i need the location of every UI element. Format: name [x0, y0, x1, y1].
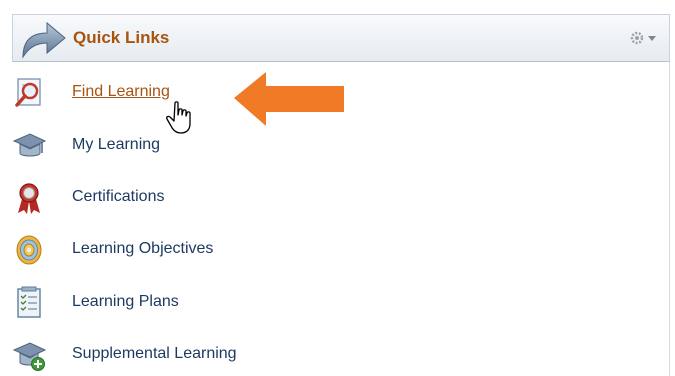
quick-links-portlet: Quick Links Find Learning My Learning Ce…	[0, 0, 675, 376]
portlet-header: Quick Links	[12, 14, 670, 62]
award-ribbon-icon	[18, 183, 40, 214]
quick-link-label[interactable]: My Learning	[72, 136, 160, 154]
back-arrow-icon	[22, 21, 66, 59]
portlet-border	[669, 62, 670, 376]
checklist-icon	[17, 286, 41, 318]
quick-link-certifications[interactable]: Certifications	[0, 177, 660, 217]
hand-cursor-icon	[166, 101, 191, 134]
target-icon	[16, 235, 42, 265]
quick-link-supplemental-learning[interactable]: Supplemental Learning	[0, 334, 660, 374]
quick-link-learning-plans[interactable]: Learning Plans	[0, 282, 660, 322]
graduation-cap-add-icon	[12, 342, 46, 371]
quick-link-learning-objectives[interactable]: Learning Objectives	[0, 229, 660, 269]
quick-link-label[interactable]: Supplemental Learning	[72, 345, 237, 363]
quick-link-label[interactable]: Learning Objectives	[72, 240, 213, 258]
gear-icon[interactable]	[627, 28, 663, 48]
quick-link-my-learning[interactable]: My Learning	[0, 125, 660, 165]
quick-link-label[interactable]: Learning Plans	[72, 293, 179, 311]
magnifier-document-icon	[15, 78, 41, 107]
annotation-arrow-icon	[234, 72, 344, 126]
quick-link-label[interactable]: Certifications	[72, 188, 164, 206]
graduation-cap-icon	[12, 133, 46, 157]
quick-link-label[interactable]: Find Learning	[72, 83, 170, 101]
portlet-title: Quick Links	[73, 28, 170, 47]
